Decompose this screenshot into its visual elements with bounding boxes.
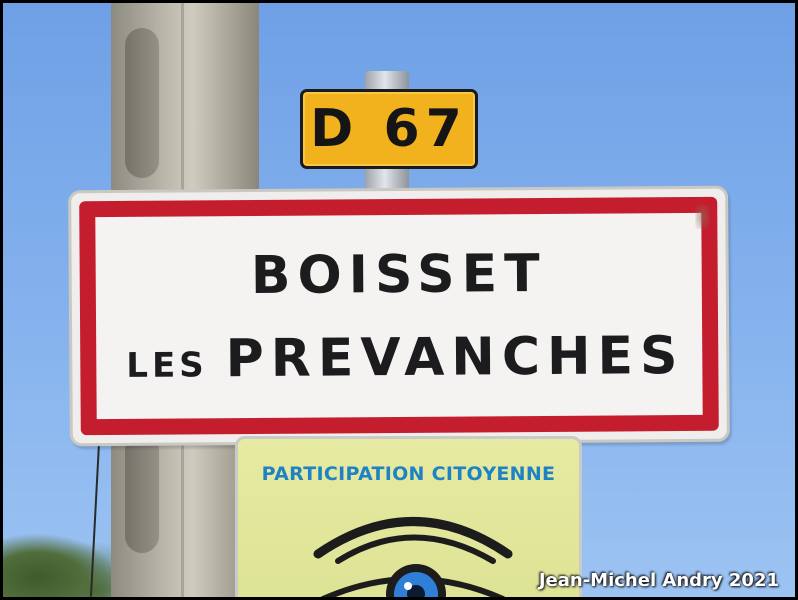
pole-hole [125, 433, 159, 553]
town-name-line1: BOISSET [250, 243, 547, 307]
photo: D 67 BOISSET LES PREVANCHES PARTICIPATION… [3, 3, 795, 597]
pole-hole [125, 28, 159, 178]
rust-spot [695, 204, 710, 229]
town-entry-sign: BOISSET LES PREVANCHES [68, 185, 730, 447]
panel-title: PARTICIPATION CITOYENNE [261, 463, 556, 485]
eye-icon [313, 517, 513, 597]
town-name-line2: LES PREVANCHES [126, 326, 685, 390]
route-number-plate: D 67 [300, 89, 478, 169]
photo-frame: D 67 BOISSET LES PREVANCHES PARTICIPATION… [0, 0, 798, 600]
route-number: D 67 [310, 99, 468, 159]
participation-panel: PARTICIPATION CITOYENNE [235, 436, 582, 597]
photo-credit: Jean-Michel Andry 2021 [538, 570, 779, 591]
town-name-small: LES [126, 345, 208, 386]
trees [3, 533, 118, 597]
sign-red-border: BOISSET LES PREVANCHES [79, 196, 719, 436]
town-name-big: PREVANCHES [225, 326, 685, 390]
